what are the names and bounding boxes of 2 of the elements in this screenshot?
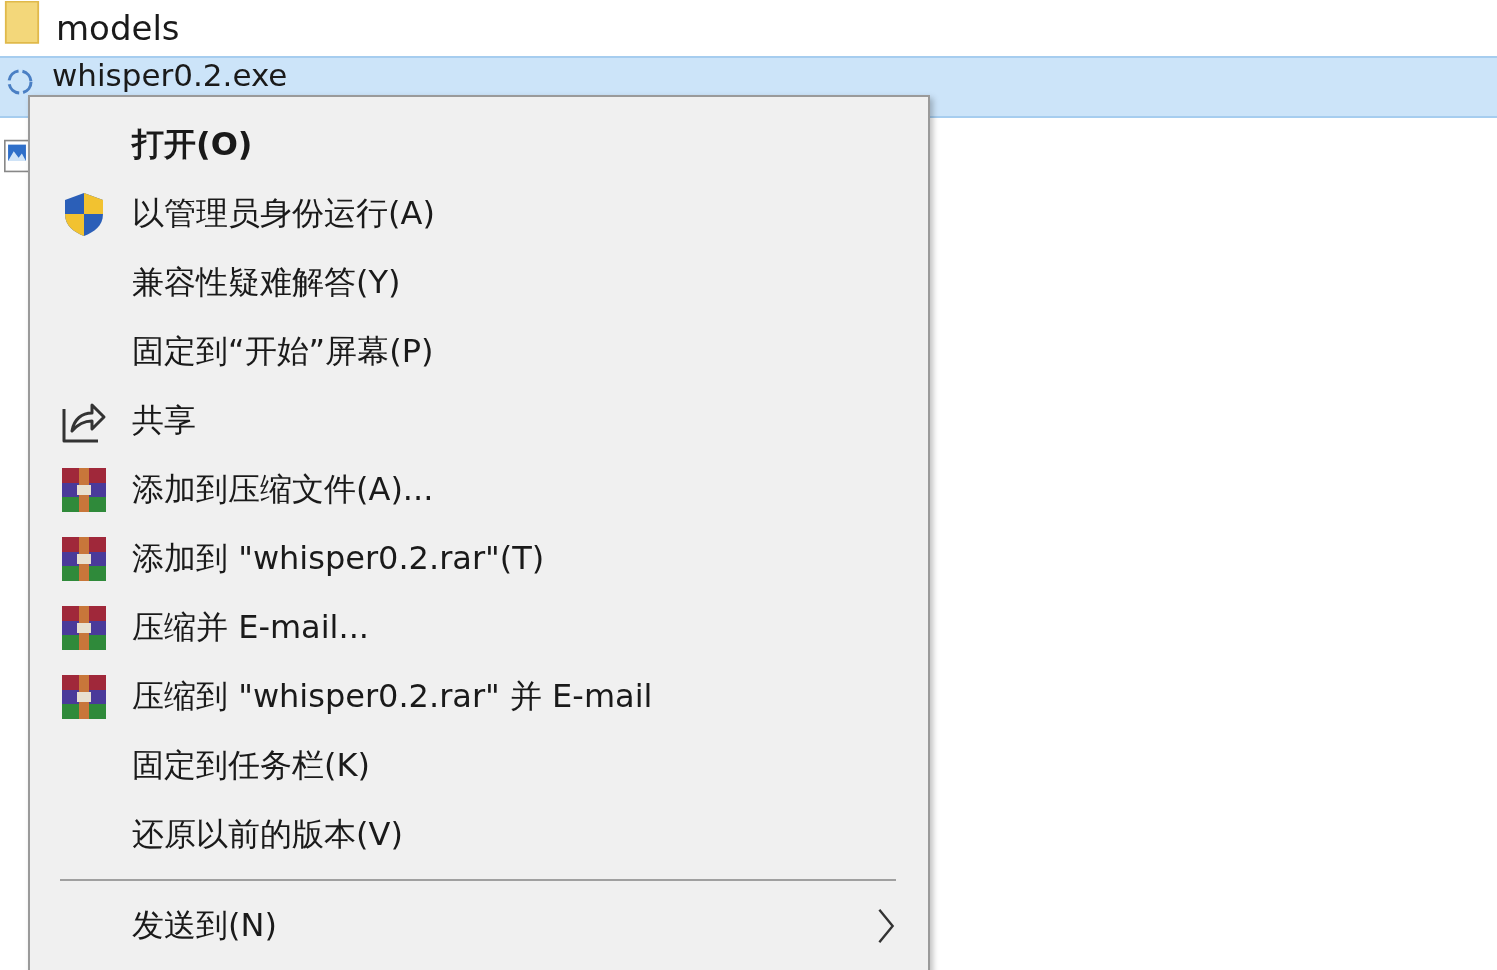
- file-name: whisper0.2.exe: [52, 58, 288, 92]
- file-name: models: [56, 8, 180, 48]
